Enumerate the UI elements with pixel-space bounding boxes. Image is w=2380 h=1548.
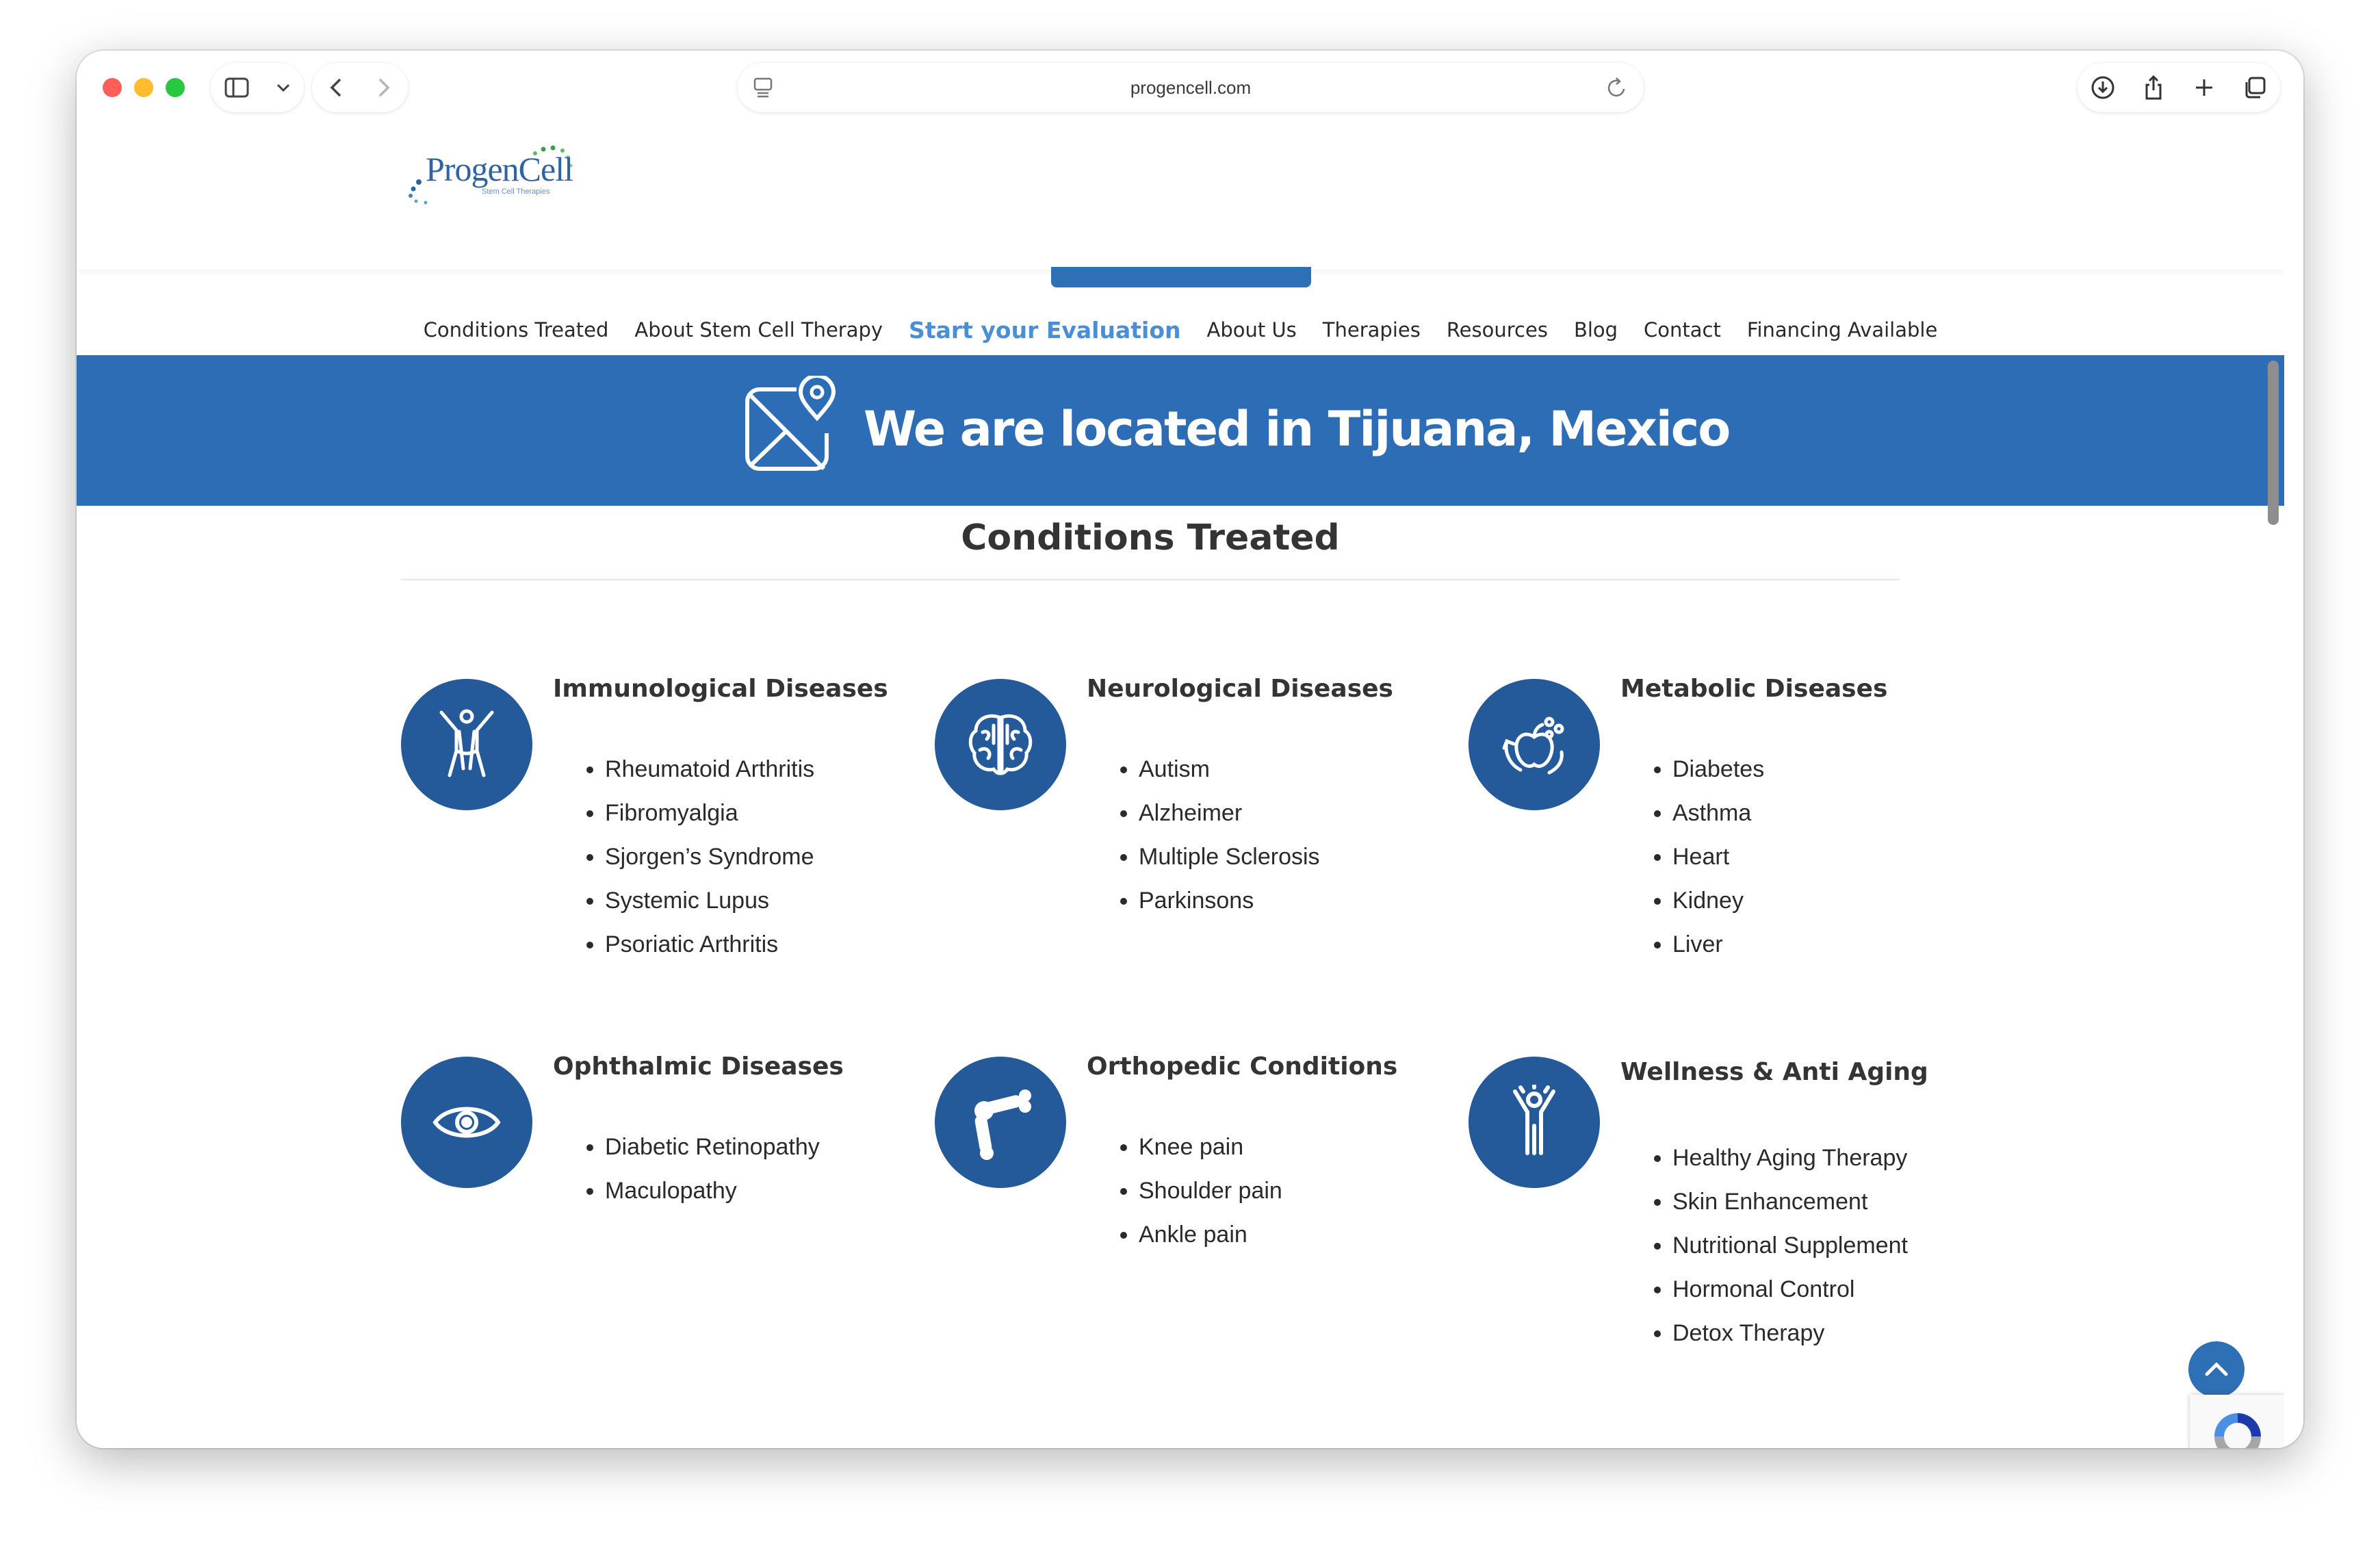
nav-about-stem-cell-therapy[interactable]: About Stem Cell Therapy <box>634 318 883 341</box>
condition-title: Ophthalmic Diseases <box>553 1053 844 1081</box>
person-wellness-icon <box>1469 1057 1600 1188</box>
history-nav-group <box>312 63 408 112</box>
condition-title: Metabolic Diseases <box>1620 675 1888 703</box>
main-navigation: Conditions Treated About Stem Cell Thera… <box>77 302 2284 357</box>
address-url: progencell.com <box>1130 77 1252 98</box>
list-item: Asthma <box>1672 791 1764 835</box>
site-header: ProgenCell Stem Cell Therapies <box>77 125 2284 270</box>
section-divider <box>401 579 1900 580</box>
map-pin-icon <box>740 374 843 482</box>
eye-icon <box>401 1057 532 1188</box>
bone-joint-icon <box>935 1057 1066 1188</box>
list-item: Heart <box>1672 835 1764 879</box>
list-item: Hormonal Control <box>1672 1267 1908 1311</box>
person-arms-up-icon <box>401 679 532 810</box>
browser-actions-group <box>2078 63 2280 112</box>
new-tab-plus-icon[interactable] <box>2185 68 2223 107</box>
page-scrollbar[interactable] <box>2268 361 2279 525</box>
tab-overview-icon[interactable] <box>2236 68 2274 107</box>
nav-start-your-evaluation[interactable]: Start your Evaluation <box>909 317 1180 344</box>
nav-contact[interactable]: Contact <box>1644 318 1721 341</box>
list-item: Diabetic Retinopathy <box>605 1125 820 1169</box>
sidebar-toggle-group <box>211 63 304 112</box>
list-item: Ankle pain <box>1139 1213 1282 1256</box>
location-banner: We are located in Tijuana, Mexico <box>77 355 2284 506</box>
reload-icon[interactable] <box>1605 75 1629 103</box>
download-icon[interactable] <box>2084 68 2122 107</box>
list-item: Sjorgen’s Syndrome <box>605 835 814 879</box>
list-item: Rheumatoid Arthritis <box>605 747 814 791</box>
nav-conditions-treated[interactable]: Conditions Treated <box>424 318 609 341</box>
forward-arrow-icon[interactable] <box>365 68 403 107</box>
list-item: Shoulder pain <box>1139 1169 1282 1213</box>
apple-cycle-icon <box>1469 679 1600 810</box>
sidebar-icon[interactable] <box>218 68 256 107</box>
recaptcha-icon <box>2214 1413 2261 1448</box>
back-arrow-icon[interactable] <box>317 68 355 107</box>
list-item: Nutritional Supplement <box>1672 1224 1908 1267</box>
chevron-down-icon[interactable] <box>270 68 297 107</box>
browser-toolbar: progencell.com <box>77 51 2303 125</box>
list-item: Liver <box>1672 923 1764 966</box>
maximize-window-button[interactable] <box>166 78 185 97</box>
list-item: Autism <box>1139 747 1320 791</box>
browser-window: progencell.com ProgenCell Stem Cell Ther… <box>77 51 2303 1448</box>
list-item: Alzheimer <box>1139 791 1320 835</box>
list-item: Detox Therapy <box>1672 1311 1908 1355</box>
list-item: Kidney <box>1672 879 1764 923</box>
condition-title: Wellness & Anti Aging <box>1620 1058 1928 1086</box>
list-item: Healthy Aging Therapy <box>1672 1136 1908 1180</box>
logo-wordmark: ProgenCell <box>426 150 573 188</box>
logo-tagline: Stem Cell Therapies <box>482 188 550 196</box>
list-item: Fibromyalgia <box>605 791 814 835</box>
banner-location-text: We are located in Tijuana, Mexico <box>864 401 1731 457</box>
progencell-logo[interactable]: ProgenCell Stem Cell Therapies <box>401 144 599 205</box>
list-item: Systemic Lupus <box>605 879 814 923</box>
condition-title: Neurological Diseases <box>1087 675 1393 703</box>
page-viewport: ProgenCell Stem Cell Therapies Condition… <box>77 125 2284 1448</box>
close-window-button[interactable] <box>103 78 122 97</box>
nav-resources[interactable]: Resources <box>1447 318 1548 341</box>
condition-list: Diabetic Retinopathy Maculopathy <box>578 1125 820 1213</box>
condition-list: Rheumatoid Arthritis Fibromyalgia Sjorge… <box>578 747 814 966</box>
list-item: Knee pain <box>1139 1125 1282 1169</box>
condition-list: Autism Alzheimer Multiple Sclerosis Park… <box>1111 747 1320 923</box>
nav-about-us[interactable]: About Us <box>1206 318 1296 341</box>
address-bar[interactable]: progencell.com <box>738 63 1644 112</box>
list-item: Parkinsons <box>1139 879 1320 923</box>
condition-list: Healthy Aging Therapy Skin Enhancement N… <box>1645 1136 1908 1355</box>
chevron-up-icon <box>2205 1362 2228 1376</box>
condition-list: Knee pain Shoulder pain Ankle pain <box>1111 1125 1282 1256</box>
minimize-window-button[interactable] <box>134 78 153 97</box>
scroll-to-top-button[interactable] <box>2188 1341 2245 1397</box>
list-item: Psoriatic Arthritis <box>605 923 814 966</box>
section-title: Conditions Treated <box>961 517 1340 558</box>
recaptcha-badge[interactable] <box>2190 1395 2284 1448</box>
nav-therapies[interactable]: Therapies <box>1323 318 1421 341</box>
nav-financing-available[interactable]: Financing Available <box>1747 318 1937 341</box>
nav-blog[interactable]: Blog <box>1574 318 1618 341</box>
evaluation-tab-indicator <box>1051 267 1311 287</box>
brain-icon <box>935 679 1066 810</box>
condition-list: Diabetes Asthma Heart Kidney Liver <box>1645 747 1764 966</box>
condition-title: Orthopedic Conditions <box>1087 1053 1398 1081</box>
list-item: Diabetes <box>1672 747 1764 791</box>
share-icon[interactable] <box>2134 68 2173 107</box>
list-item: Maculopathy <box>605 1169 820 1213</box>
list-item: Skin Enhancement <box>1672 1180 1908 1224</box>
list-item: Multiple Sclerosis <box>1139 835 1320 879</box>
condition-title: Immunological Diseases <box>553 675 888 703</box>
